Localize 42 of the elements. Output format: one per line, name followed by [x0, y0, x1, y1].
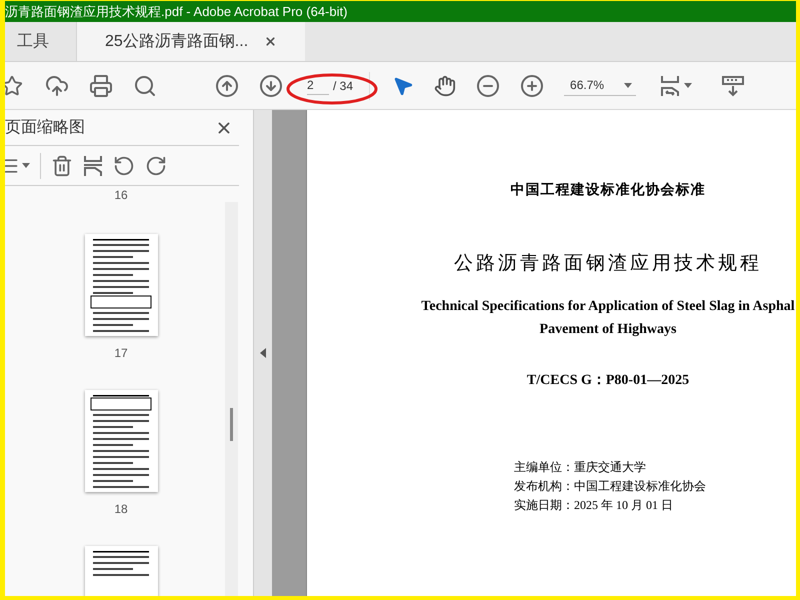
- page-number-field[interactable]: 2: [307, 76, 329, 95]
- scrollbar-thumb[interactable]: [230, 408, 233, 441]
- standard-code: T/CECS G：P80-01—2025: [526, 372, 690, 390]
- hand-tool[interactable]: [434, 74, 456, 96]
- info-line: 发布机构：中国工程建设标准化协会: [514, 478, 706, 494]
- cloud-upload-icon[interactable]: [45, 74, 69, 98]
- rotate-left-icon[interactable]: [113, 154, 135, 176]
- issuing-organization: 中国工程建设标准化协会标准: [510, 181, 706, 200]
- fit-page-button[interactable]: [660, 74, 692, 98]
- document-title: 公路沥青路面钢渣应用技术规程: [454, 251, 762, 276]
- panel-title: 页面缩略图: [5, 118, 85, 138]
- window-title: 沥青路面钢渣应用技术规程.pdf - Adobe Acrobat Pro (64-bit): [5, 2, 348, 21]
- select-tool[interactable]: [392, 74, 414, 96]
- tab[interactable]: 25公路沥青路面钢...: [77, 22, 306, 61]
- page-number: 18: [114, 501, 128, 518]
- arrow-down-icon[interactable]: [259, 74, 283, 98]
- collapse-arrow-icon: [260, 348, 266, 358]
- caret-icon: [684, 83, 692, 88]
- page-thumbnail[interactable]: [84, 234, 158, 336]
- english-title: Technical Specifications for Application of Steel Slag in Asphal: [421, 298, 795, 316]
- english-title: Pavement of Highways: [540, 320, 676, 338]
- info-line: 主编单位：重庆交通大学: [514, 458, 647, 476]
- page-total: / 34: [333, 78, 354, 94]
- insert-page-icon[interactable]: [83, 154, 103, 176]
- zoom-out-icon[interactable]: [476, 74, 500, 98]
- scroll-mode-icon[interactable]: [722, 74, 744, 96]
- search-icon[interactable]: [133, 74, 157, 98]
- page-number: 17: [114, 345, 128, 362]
- zoom-dropdown[interactable]: 66.7%: [564, 76, 636, 96]
- printer-icon[interactable]: [89, 74, 113, 98]
- star-icon[interactable]: [5, 74, 23, 96]
- page-thumbnail[interactable]: [84, 390, 158, 492]
- trash-icon[interactable]: [51, 154, 73, 176]
- page-number: 16: [114, 188, 128, 202]
- fit-page-icon: [660, 74, 680, 98]
- arrow-up-icon[interactable]: [215, 74, 239, 98]
- caret-icon: [22, 163, 30, 168]
- close-icon[interactable]: [264, 35, 278, 48]
- caret-icon: [624, 82, 632, 88]
- zoom-in-icon[interactable]: [520, 74, 544, 98]
- rotate-right-icon[interactable]: [145, 154, 167, 176]
- info-line: 实施日期：2025 年 10 月 01 日: [514, 496, 674, 514]
